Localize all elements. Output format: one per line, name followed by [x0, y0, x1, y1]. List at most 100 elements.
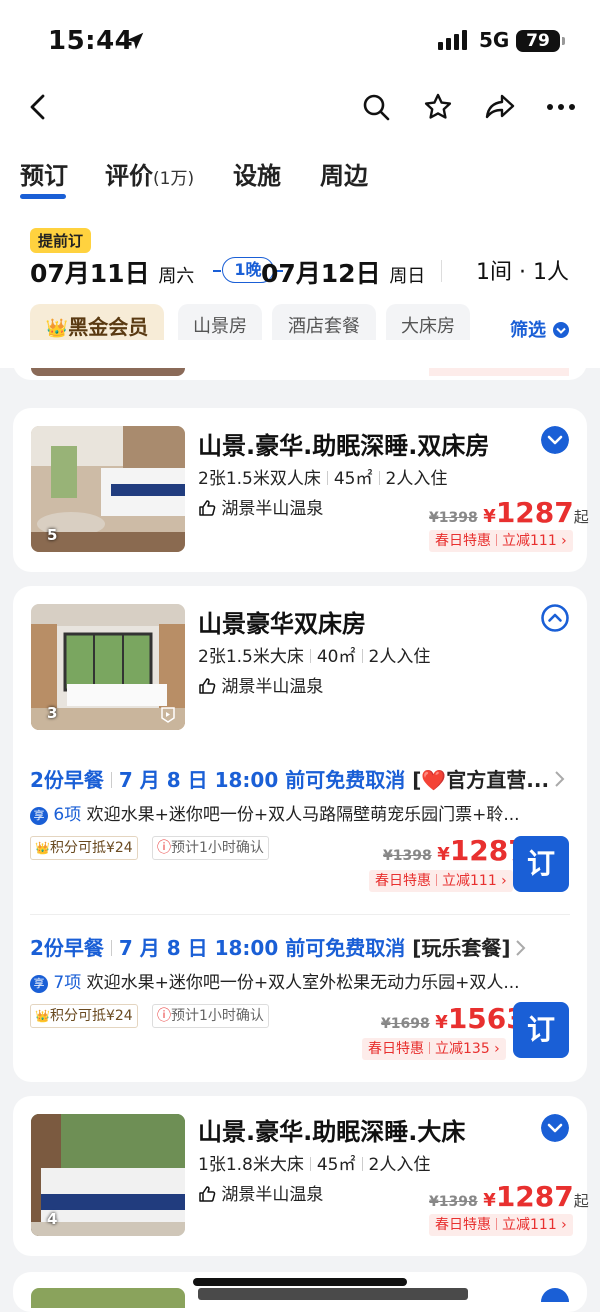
promo-badge[interactable]: 春日特惠 立减111 › — [429, 1214, 573, 1236]
rate-plan-title: 2份早餐 7 月 8 日 18:00 前可免费取消 [❤️官方直营... — [30, 764, 549, 793]
tab-label: 评价 — [105, 162, 153, 190]
benefit-count: 7项 — [53, 973, 82, 993]
benefit-icon: 享 — [30, 975, 48, 993]
benefit-icon: 享 — [30, 807, 48, 825]
room-photo[interactable]: 4 — [31, 1114, 185, 1236]
room-area: 40㎡ — [316, 647, 356, 667]
cancellation-policy: 7 月 8 日 18:00 前可免费取消 — [118, 768, 406, 792]
promo-discount: 立减135 › — [435, 1041, 500, 1057]
date-selector[interactable]: 07月11日 周六 1晚 07月12日 周日 1间 · 1人 — [30, 254, 575, 290]
room-specs: 2张1.5米双人床 45㎡ 2人入住 — [198, 464, 447, 489]
promo-badge[interactable]: 春日特惠 立减111 › — [429, 530, 573, 552]
chevron-right-icon — [555, 771, 565, 787]
tab-label: 设施 — [233, 162, 281, 190]
promo-label: 春日特惠 — [375, 873, 431, 889]
room-feature: 湖景半山温泉 — [198, 672, 323, 697]
tab-reviews[interactable]: 评价(1万) — [105, 156, 194, 191]
room-area: 45㎡ — [316, 1155, 356, 1175]
share-button[interactable] — [480, 84, 520, 130]
room-specs: 1张1.8米大床 45㎡ 2人入住 — [198, 1150, 430, 1175]
promo-tag — [429, 368, 569, 376]
price-block: ¥1698 ¥1563 — [381, 1002, 526, 1035]
promo-badge[interactable]: 春日特惠 立减111 › — [369, 870, 513, 892]
room-photo[interactable]: 3 — [31, 604, 185, 730]
video-badge-icon — [161, 707, 175, 723]
checkout-date[interactable]: 07月12日 周日 — [261, 254, 425, 290]
status-time: 15:44 — [48, 26, 134, 56]
promo-badge[interactable]: 春日特惠 立减135 › — [362, 1038, 506, 1060]
room-name: 山景.豪华.助眠深睡.双床房 — [198, 432, 490, 460]
book-button[interactable]: 订 — [513, 1002, 569, 1058]
early-booking-badge: 提前订 — [30, 228, 92, 253]
points-tag: 👑积分可抵¥24 — [30, 836, 138, 860]
chevron-up-circle-icon[interactable] — [541, 604, 569, 632]
cancellation-policy: 7 月 8 日 18:00 前可免费取消 — [118, 936, 406, 960]
benefit-text: 欢迎水果+迷你吧一份+双人室外松果无动力乐园+双人... — [86, 973, 520, 993]
chevron-down-circle-icon — [553, 322, 570, 338]
crown-icon: 👑 — [35, 1009, 50, 1023]
price-block: ¥1398 ¥1287起 — [429, 1180, 589, 1213]
benefits-line: 享 7项 欢迎水果+迷你吧一份+双人室外松果无动力乐园+双人... — [30, 968, 520, 993]
promo-discount: 立减111 › — [502, 533, 567, 549]
room-name-partial — [198, 1288, 468, 1300]
original-price: ¥1398 — [383, 848, 432, 864]
network-type: 5G — [479, 28, 510, 52]
room-card[interactable]: 5 山景.豪华.助眠深睡.双床房 2张1.5米双人床 45㎡ 2人入住 湖景半山温泉… — [13, 408, 589, 572]
checkin-date-text: 07月11日 — [30, 259, 150, 288]
checkin-day: 周六 — [158, 266, 195, 287]
top-nav — [0, 84, 600, 130]
price-block: ¥1398 ¥1287起 — [429, 496, 589, 529]
breakfast-info: 2份早餐 — [30, 768, 104, 792]
bed-type: 1张1.8米大床 — [198, 1155, 304, 1175]
chip-label: 黑金会员 — [68, 315, 149, 339]
book-button[interactable]: 订 — [513, 836, 569, 892]
room-name: 山景豪华双床房 — [198, 610, 366, 638]
current-price: 1287 — [495, 496, 574, 529]
divider — [441, 260, 442, 282]
room-card[interactable]: 4 山景.豪华.助眠深睡.大床 1张1.8米大床 45㎡ 2人入住 湖景半山温泉 ¥… — [13, 1096, 589, 1256]
section-tabs: 预订 评价(1万) 设施 周边 — [0, 156, 600, 202]
search-button[interactable] — [356, 84, 396, 130]
back-button[interactable] — [18, 84, 58, 130]
benefit-count: 6项 — [53, 805, 82, 825]
chevron-down-circle-icon[interactable] — [541, 1114, 569, 1142]
confirm-text: 预计1小时确认 — [171, 840, 264, 856]
tab-nearby[interactable]: 周边 — [320, 156, 368, 191]
star-icon — [424, 93, 452, 119]
more-dots-icon — [547, 104, 575, 110]
chevron-right-icon — [516, 940, 526, 956]
room-photo[interactable]: 5 — [31, 426, 185, 552]
price-suffix: 起 — [573, 1192, 589, 1210]
room-card-expanded[interactable]: 3 山景豪华双床房 2张1.5米大床 40㎡ 2人入住 湖景半山温泉 2份早餐 7 月… — [13, 586, 587, 1082]
promo-label: 春日特惠 — [435, 1217, 491, 1233]
currency: ¥ — [483, 506, 496, 527]
original-price: ¥1398 — [429, 510, 478, 526]
chevron-left-icon — [30, 94, 45, 120]
tab-booking[interactable]: 预订 — [20, 156, 68, 191]
points-text: 积分可抵¥24 — [49, 840, 133, 856]
room-name: 山景.豪华.助眠深睡.大床 — [198, 1118, 466, 1146]
rooms-guests-selector[interactable]: 1间 · 1人 — [476, 254, 569, 286]
rate-plan[interactable]: 2份早餐 7 月 8 日 18:00 前可免费取消 [玩乐套餐] 享 7项 欢迎水… — [13, 932, 587, 1072]
favorite-button[interactable] — [418, 84, 458, 130]
battery-indicator: 79 — [516, 30, 565, 52]
tab-label: 预订 — [20, 162, 68, 190]
status-bar: 15:44 5G 79 — [0, 0, 600, 80]
filter-label: 筛选 — [510, 320, 546, 341]
chevron-down-circle-icon[interactable] — [541, 426, 569, 454]
filter-button[interactable]: 筛选 — [510, 316, 570, 342]
room-specs: 2张1.5米大床 40㎡ 2人入住 — [198, 642, 430, 667]
checkin-date[interactable]: 07月11日 周六 — [30, 254, 194, 290]
home-indicator — [193, 1278, 407, 1286]
active-tab-indicator — [20, 194, 66, 199]
search-icon — [363, 94, 390, 121]
rate-plan[interactable]: 2份早餐 7 月 8 日 18:00 前可免费取消 [❤️官方直营... 享 6项… — [13, 764, 587, 904]
checkout-day: 周日 — [389, 266, 426, 287]
crown-icon: 👑 — [35, 841, 50, 855]
room-feature: 湖景半山温泉 — [198, 494, 323, 519]
tab-facilities[interactable]: 设施 — [233, 156, 281, 191]
promo-discount: 立减111 › — [442, 873, 507, 889]
more-button[interactable] — [541, 84, 581, 130]
room-feature: 湖景半山温泉 — [198, 1180, 323, 1205]
points-text: 积分可抵¥24 — [49, 1008, 133, 1024]
